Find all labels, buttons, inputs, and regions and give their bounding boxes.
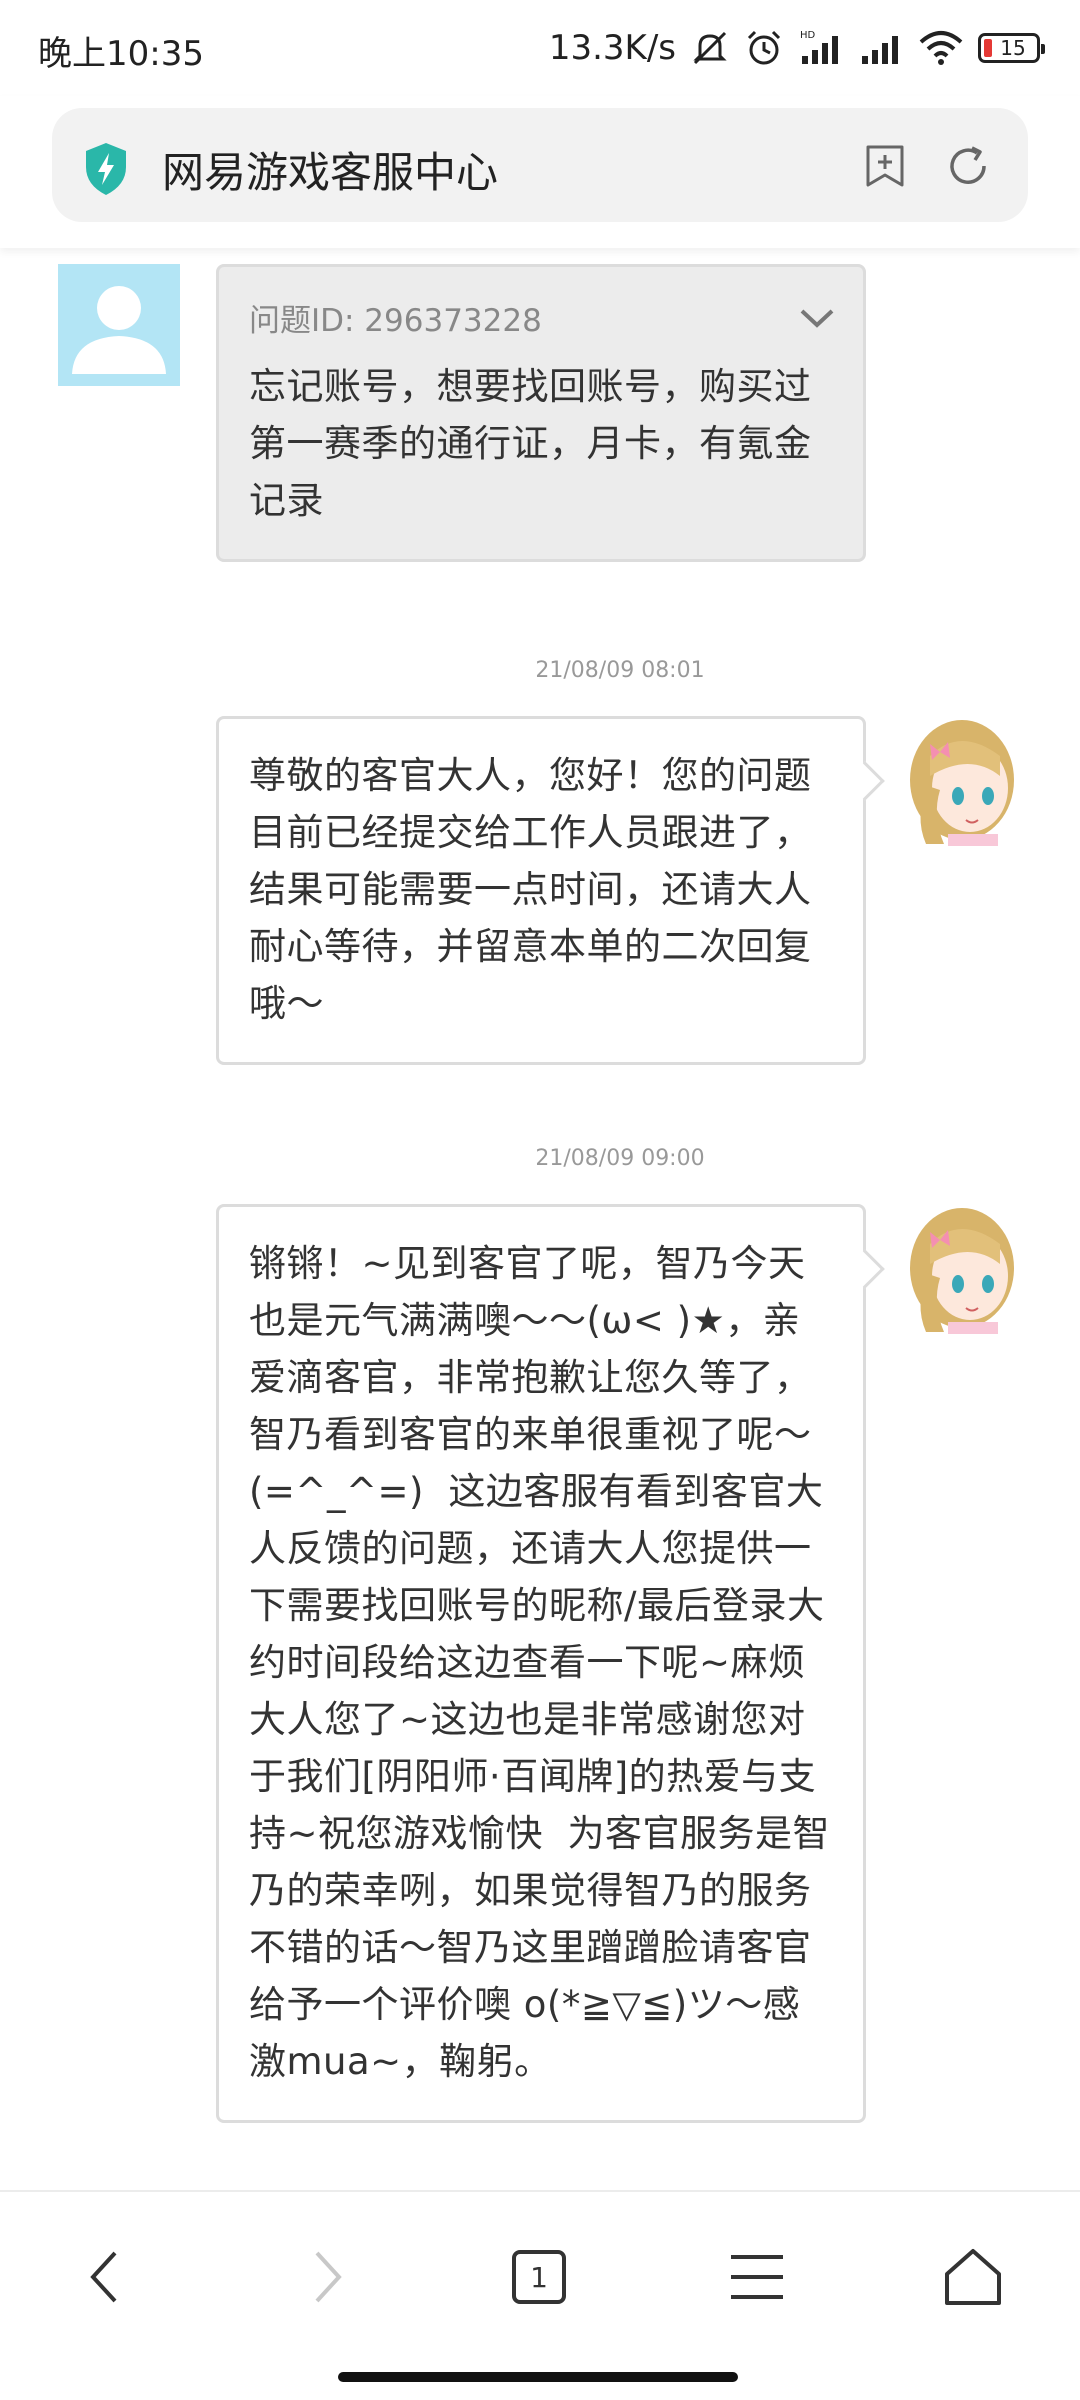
user-avatar: [58, 264, 180, 386]
home-icon: [945, 2249, 1001, 2305]
status-icons: 13.3K/s HD 15: [548, 22, 1045, 74]
browser-header: 网易游戏客服中心: [0, 96, 1080, 248]
battery-level: 15: [1000, 36, 1026, 60]
menu-button[interactable]: [712, 2232, 802, 2322]
add-bookmark-icon[interactable]: [864, 144, 906, 188]
message-text: 尊敬的客官大人，您好！您的问题目前已经提交给工作人员跟进了，结果可能需要一点时间…: [249, 754, 812, 1025]
agent-avatar: [900, 716, 1030, 846]
person-icon: [72, 286, 166, 374]
message-timestamp: 21/08/09 08:01: [535, 658, 705, 683]
home-indicator[interactable]: [338, 2372, 738, 2382]
tabs-button[interactable]: 1: [494, 2232, 584, 2322]
wifi-icon: [919, 31, 963, 65]
message-text: 锵锵！~见到客官了呢，智乃今天也是元气满满噢～～(ω< )★，亲爱滴客官，非常抱…: [249, 1242, 831, 2083]
tabs-icon: 1: [512, 2250, 566, 2304]
agent-message: 尊敬的客官大人，您好！您的问题目前已经提交给工作人员跟进了，结果可能需要一点时间…: [216, 716, 885, 1065]
menu-icon: [731, 2255, 783, 2299]
mute-icon: [693, 31, 727, 65]
agent-avatar: [900, 1204, 1030, 1334]
hd-signal-icon: HD: [800, 30, 838, 64]
status-bar: 晚上10:35 13.3K/s HD 15: [0, 0, 1080, 96]
chevron-down-icon[interactable]: [799, 307, 835, 329]
battery-icon: 15: [978, 33, 1045, 63]
user-message: 问题ID: 296373228 忘记账号，想要找回账号，购买过第一赛季的通行证，…: [216, 264, 866, 562]
home-button[interactable]: [928, 2232, 1018, 2322]
page-title: 网易游戏客服中心: [162, 148, 499, 197]
status-time: 晚上10:35: [38, 34, 204, 74]
agent-message: 锵锵！~见到客官了呢，智乃今天也是元气满满噢～～(ω< )★，亲爱滴客官，非常抱…: [216, 1204, 885, 2123]
back-button[interactable]: [60, 2232, 150, 2322]
network-speed: 13.3K/s: [548, 28, 676, 68]
message-text: 忘记账号，想要找回账号，购买过第一赛季的通行证，月卡，有氪金记录: [249, 365, 812, 522]
issue-id: 问题ID: 296373228: [249, 303, 542, 339]
signal-icon: [862, 36, 898, 64]
bottom-nav: 1: [0, 2190, 1080, 2400]
shield-icon: [86, 143, 126, 195]
forward-icon: [315, 2251, 342, 2303]
svg-text:HD: HD: [800, 30, 816, 41]
back-icon: [90, 2251, 117, 2303]
alarm-icon: [747, 30, 781, 65]
forward-button[interactable]: [282, 2232, 372, 2322]
refresh-icon[interactable]: [946, 144, 990, 188]
address-bar[interactable]: 网易游戏客服中心: [52, 108, 1028, 222]
chat-thread[interactable]: 问题ID: 296373228 忘记账号，想要找回账号，购买过第一赛季的通行证，…: [0, 248, 1080, 2188]
tab-count: 1: [530, 2260, 548, 2294]
message-timestamp: 21/08/09 09:00: [535, 1146, 705, 1171]
